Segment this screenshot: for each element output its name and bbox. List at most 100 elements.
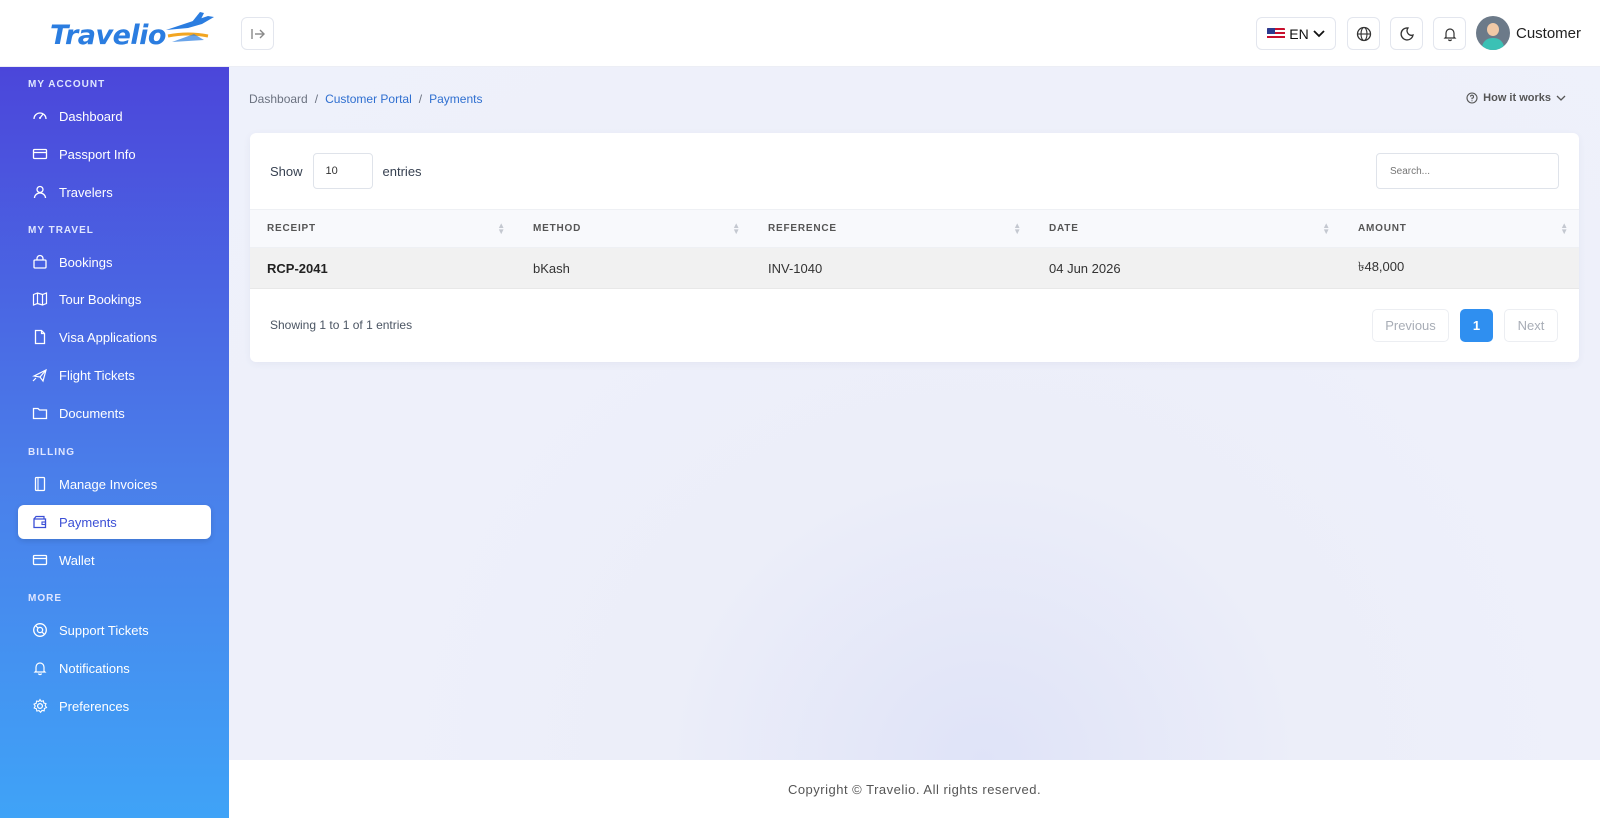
user-menu[interactable]: Customer <box>1476 16 1581 50</box>
theme-toggle-button[interactable] <box>1390 17 1423 50</box>
column-label: REFERENCE <box>768 223 837 234</box>
column-header-method[interactable]: METHOD ▲ ▼ <box>516 209 751 248</box>
entries-control: Show 10 entries <box>270 153 422 189</box>
wallet-icon <box>33 515 47 529</box>
how-it-works-label: How it works <box>1483 92 1551 104</box>
user-name: Customer <box>1516 24 1582 42</box>
brand-logo[interactable]: Travelio <box>50 12 230 56</box>
main-content: Dashboard / Customer Portal / Payments H… <box>229 67 1600 760</box>
sidebar-item-tour-bookings[interactable]: Tour Bookings <box>18 282 211 316</box>
sidebar-item-preferences[interactable]: Preferences <box>18 689 211 723</box>
bag-icon <box>33 254 47 269</box>
plane-icon <box>32 368 47 383</box>
plane-logo-icon <box>166 12 214 42</box>
sidebar-item-travelers[interactable]: Travelers <box>18 175 211 209</box>
breadcrumb-customer-portal[interactable]: Customer Portal <box>325 92 412 106</box>
lifebuoy-icon <box>33 623 47 637</box>
cell-date: 04 Jun 2026 <box>1032 247 1341 289</box>
sort-icon: ▲ ▼ <box>1322 221 1331 236</box>
sidebar-item-payments[interactable]: Payments <box>18 505 211 539</box>
sidebar-item-wallet[interactable]: Wallet <box>18 543 211 577</box>
globe-icon <box>1356 26 1371 41</box>
sidebar-toggle-button[interactable] <box>241 17 274 50</box>
column-label: RECEIPT <box>267 223 316 234</box>
section-title-my-travel: MY TRAVEL <box>28 225 94 236</box>
sidebar-item-documents[interactable]: Documents <box>18 396 211 430</box>
sidebar-item-label: Wallet <box>59 552 95 568</box>
next-page-button[interactable]: Next <box>1504 309 1558 342</box>
footer: Copyright © Travelio. All rights reserve… <box>229 760 1600 818</box>
chevron-down-icon <box>1313 29 1325 37</box>
sidebar-item-label: Manage Invoices <box>59 476 158 492</box>
sidebar-item-label: Documents <box>59 405 125 421</box>
bell-icon <box>33 662 47 676</box>
column-label: METHOD <box>533 223 582 234</box>
payments-table: RECEIPT ▲ ▼ METHOD ▲ ▼ REFERENCE ▲ ▼ DATE ▲… <box>250 209 1579 289</box>
column-label: AMOUNT <box>1358 223 1407 234</box>
sidebar-item-manage-invoices[interactable]: Manage Invoices <box>18 467 211 501</box>
breadcrumb: Dashboard / Customer Portal / Payments <box>249 92 482 106</box>
card-icon <box>32 554 48 566</box>
sort-icon: ▲ ▼ <box>1013 221 1022 236</box>
sidebar: MY ACCOUNT Dashboard Passport Info Trave… <box>0 67 229 818</box>
card-icon <box>32 148 48 160</box>
breadcrumb-separator: / <box>314 92 319 106</box>
section-title-my-account: MY ACCOUNT <box>28 79 106 90</box>
entries-select[interactable]: 10 <box>312 153 373 189</box>
sidebar-item-visa-applications[interactable]: Visa Applications <box>18 320 211 354</box>
sort-icon: ▲ ▼ <box>497 221 506 236</box>
entries-label: entries <box>382 163 422 179</box>
gauge-icon <box>33 112 47 120</box>
language-select[interactable]: EN <box>1256 17 1336 50</box>
column-label: DATE <box>1049 223 1079 234</box>
sidebar-item-dashboard[interactable]: Dashboard <box>18 99 211 133</box>
notifications-button[interactable] <box>1433 17 1466 50</box>
sidebar-item-label: Tour Bookings <box>59 291 142 307</box>
moon-icon <box>1399 26 1414 41</box>
sidebar-item-passport-info[interactable]: Passport Info <box>18 137 211 171</box>
copyright-text: Copyright © Travelio. All rights reserve… <box>787 781 1042 797</box>
avatar <box>1476 16 1510 50</box>
column-header-reference[interactable]: REFERENCE ▲ ▼ <box>751 209 1032 248</box>
us-flag-icon <box>1267 27 1286 40</box>
globe-button[interactable] <box>1347 17 1380 50</box>
breadcrumb-dashboard[interactable]: Dashboard <box>249 92 308 106</box>
sidebar-item-label: Travelers <box>59 184 113 200</box>
cell-receipt: RCP-2041 <box>250 247 516 289</box>
sidebar-item-bookings[interactable]: Bookings <box>18 245 211 279</box>
sort-icon: ▲ ▼ <box>1560 221 1569 236</box>
column-header-date[interactable]: DATE ▲ ▼ <box>1032 209 1341 248</box>
sort-icon: ▲ ▼ <box>732 221 741 236</box>
sidebar-item-label: Flight Tickets <box>59 367 135 383</box>
column-header-amount[interactable]: AMOUNT ▲ ▼ <box>1341 209 1579 248</box>
pagination: Previous 1 Next <box>1372 309 1558 342</box>
previous-page-button[interactable]: Previous <box>1372 309 1449 342</box>
pagination-info: Showing 1 to 1 of 1 entries <box>270 318 413 332</box>
section-title-more: MORE <box>28 593 62 604</box>
search-input[interactable] <box>1376 153 1559 189</box>
gear-icon <box>33 698 48 714</box>
sidebar-item-flight-tickets[interactable]: Flight Tickets <box>18 358 211 392</box>
table-header-row: RECEIPT ▲ ▼ METHOD ▲ ▼ REFERENCE ▲ ▼ DATE ▲… <box>250 209 1579 248</box>
receipt-icon <box>34 476 46 492</box>
bell-icon <box>1443 27 1456 41</box>
sidebar-item-label: Passport Info <box>59 146 136 162</box>
cell-reference: INV-1040 <box>751 247 1032 289</box>
breadcrumb-payments: Payments <box>429 92 483 106</box>
sidebar-item-label: Bookings <box>59 254 113 270</box>
chevron-down-icon <box>1556 95 1566 101</box>
page-1-button[interactable]: 1 <box>1460 309 1493 342</box>
sidebar-item-label: Support Tickets <box>59 622 149 638</box>
map-icon <box>32 292 48 306</box>
table-row[interactable]: RCP-2041 bKash INV-1040 04 Jun 2026 ৳48,… <box>250 247 1579 289</box>
column-header-receipt[interactable]: RECEIPT ▲ ▼ <box>250 209 516 248</box>
user-icon <box>33 185 47 199</box>
sidebar-item-support-tickets[interactable]: Support Tickets <box>18 613 211 647</box>
file-icon <box>34 329 46 345</box>
payments-table-card: Show 10 entries RECEIPT ▲▼ METHOD ▲▼ REF… <box>250 133 1579 362</box>
sidebar-item-notifications[interactable]: Notifications <box>18 651 211 685</box>
sidebar-item-label: Preferences <box>59 698 130 714</box>
how-it-works-button[interactable]: How it works <box>1466 92 1566 104</box>
help-circle-icon <box>1466 92 1478 104</box>
language-value: EN <box>1289 25 1309 42</box>
